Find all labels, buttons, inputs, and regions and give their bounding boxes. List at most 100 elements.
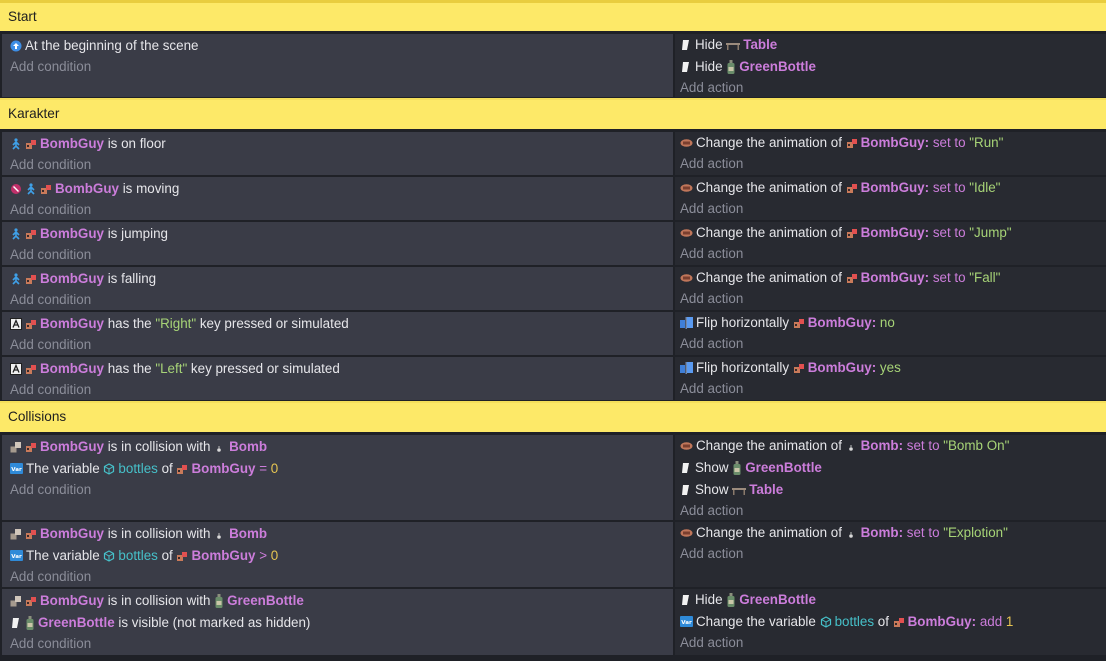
conditions-column[interactable]: BombGuy has the "Right" key pressed or s… [2, 312, 673, 355]
event-group-header[interactable]: Collisions [0, 401, 1106, 432]
actions-column[interactable]: Hide Table Hide GreenBottle Add action [675, 34, 1106, 97]
add-action-link[interactable]: Add action [680, 334, 743, 354]
actions-column[interactable]: Change the animation of Bomb: set to "Ex… [675, 522, 1106, 587]
add-action-link[interactable]: Add action [680, 544, 743, 564]
action-item[interactable]: Show GreenBottle [680, 458, 822, 478]
condition-item[interactable]: BombGuy is in collision with Bomb [10, 524, 267, 544]
conditions-column[interactable]: At the beginning of the scene Add conditi… [2, 34, 673, 97]
add-condition-link[interactable]: Add condition [10, 634, 91, 654]
visibility-icon [10, 617, 22, 629]
object-name: Table [749, 482, 784, 497]
object-name: BombGuy [807, 360, 872, 375]
platformer-icon [10, 228, 22, 240]
add-condition-link[interactable]: Add condition [10, 335, 91, 355]
operator-text: set to [929, 270, 970, 285]
add-condition-link[interactable]: Add condition [10, 57, 91, 77]
add-action-link[interactable]: Add action [680, 78, 743, 98]
bombguy-icon [25, 363, 37, 375]
object-name: Table [743, 37, 778, 52]
condition-item[interactable]: At the beginning of the scene [10, 36, 198, 56]
action-item[interactable]: Var Change the variable bottles of BombGu… [680, 612, 1013, 632]
conditions-column[interactable]: BombGuy has the "Left" key pressed or si… [2, 357, 673, 400]
collision-icon [10, 595, 22, 607]
conditions-column[interactable]: BombGuy is falling Add condition [2, 267, 673, 310]
add-action-link[interactable]: Add action [680, 289, 743, 309]
action-item[interactable]: Hide GreenBottle [680, 57, 816, 77]
condition-item[interactable]: BombGuy has the "Left" key pressed or si… [10, 359, 340, 379]
condition-item[interactable]: BombGuy is in collision with Bomb [10, 437, 267, 457]
add-condition-link[interactable]: Add condition [10, 380, 91, 400]
action-item[interactable]: Hide Table [680, 35, 777, 55]
object-name: Bomb [860, 525, 899, 540]
platformer-icon [25, 183, 37, 195]
actions-column[interactable]: Change the animation of BombGuy: set to … [675, 222, 1106, 265]
bottle-icon [214, 594, 224, 608]
add-condition-link[interactable]: Add condition [10, 155, 91, 175]
object-name: BombGuy [807, 315, 872, 330]
action-item[interactable]: Change the animation of BombGuy: set to … [680, 223, 1012, 243]
bottle-icon [726, 593, 736, 607]
bombguy-icon [176, 463, 188, 475]
condition-item[interactable]: BombGuy is on floor [10, 134, 166, 154]
object-name: BombGuy [907, 614, 972, 629]
conditions-column[interactable]: BombGuy is jumping Add condition [2, 222, 673, 265]
condition-item[interactable]: Var The variable bottles of BombGuy = 0 [10, 459, 278, 479]
add-action-link[interactable]: Add action [680, 154, 743, 174]
condition-item[interactable]: GreenBottle is visible (not marked as hi… [10, 613, 310, 633]
action-item[interactable]: Change the animation of BombGuy: set to … [680, 133, 1003, 153]
event-group-header[interactable]: Start [0, 0, 1106, 31]
actions-column[interactable]: Hide GreenBottle Var Change the variable b… [675, 589, 1106, 655]
animation-icon [680, 182, 693, 194]
add-condition-link[interactable]: Add condition [10, 567, 91, 587]
condition-item[interactable]: BombGuy is jumping [10, 224, 168, 244]
object-name: BombGuy [40, 136, 104, 151]
event-group-header[interactable]: Karakter [0, 98, 1106, 129]
action-item[interactable]: Change the animation of BombGuy: set to … [680, 178, 1000, 198]
action-item[interactable]: Change the animation of BombGuy: set to … [680, 268, 1000, 288]
bombguy-icon [25, 595, 37, 607]
action-item[interactable]: Show Table [680, 480, 783, 500]
conditions-column[interactable]: BombGuy is in collision with Bomb Var The … [2, 522, 673, 587]
add-condition-link[interactable]: Add condition [10, 200, 91, 220]
var-cube-icon [103, 550, 115, 562]
string-value: no [876, 315, 895, 330]
conditions-column[interactable]: BombGuy is moving Add condition [2, 177, 673, 220]
action-item[interactable]: Flip horizontally BombGuy: yes [680, 358, 901, 378]
add-condition-link[interactable]: Add condition [10, 480, 91, 500]
actions-column[interactable]: Change the animation of BombGuy: set to … [675, 132, 1106, 175]
add-action-link[interactable]: Add action [680, 244, 743, 264]
add-action-link[interactable]: Add action [680, 633, 743, 653]
condition-item[interactable]: BombGuy has the "Right" key pressed or s… [10, 314, 349, 334]
sentence-text: is jumping [103, 226, 168, 241]
string-value: "Idle" [969, 180, 1001, 195]
add-condition-link[interactable]: Add condition [10, 245, 91, 265]
condition-item[interactable]: BombGuy is falling [10, 269, 156, 289]
object-name: BombGuy [40, 361, 104, 376]
condition-item[interactable]: BombGuy is in collision with GreenBottle [10, 591, 304, 611]
condition-item[interactable]: BombGuy is moving [10, 179, 179, 199]
action-item[interactable]: Change the animation of Bomb: set to "Ex… [680, 523, 1008, 543]
variable-name: bottles [118, 461, 158, 476]
action-item[interactable]: Change the animation of Bomb: set to "Bo… [680, 436, 1009, 456]
bombguy-icon [40, 183, 52, 195]
actions-column[interactable]: Change the animation of BombGuy: set to … [675, 177, 1106, 220]
add-action-link[interactable]: Add action [680, 501, 743, 521]
action-item[interactable]: Hide GreenBottle [680, 590, 816, 610]
action-item[interactable]: Flip horizontally BombGuy: no [680, 313, 895, 333]
actions-column[interactable]: Change the animation of Bomb: set to "Bo… [675, 435, 1106, 520]
sentence-text: Show [695, 482, 733, 497]
conditions-column[interactable]: BombGuy is in collision with Bomb Var The … [2, 435, 673, 520]
actions-column[interactable]: Flip horizontally BombGuy: no Add action [675, 312, 1106, 355]
add-condition-link[interactable]: Add condition [10, 290, 91, 310]
sentence-text: is on floor [103, 136, 166, 151]
conditions-column[interactable]: BombGuy is in collision with GreenBottle… [2, 589, 673, 655]
event-row: BombGuy is jumping Add condition Change th… [0, 222, 1106, 265]
sentence-text: has the [103, 316, 156, 331]
condition-item[interactable]: Var The variable bottles of BombGuy > 0 [10, 546, 278, 566]
sentence-text: of [157, 548, 177, 563]
conditions-column[interactable]: BombGuy is on floor Add condition [2, 132, 673, 175]
actions-column[interactable]: Flip horizontally BombGuy: yes Add action [675, 357, 1106, 400]
actions-column[interactable]: Change the animation of BombGuy: set to … [675, 267, 1106, 310]
add-action-link[interactable]: Add action [680, 199, 743, 219]
add-action-link[interactable]: Add action [680, 379, 743, 399]
